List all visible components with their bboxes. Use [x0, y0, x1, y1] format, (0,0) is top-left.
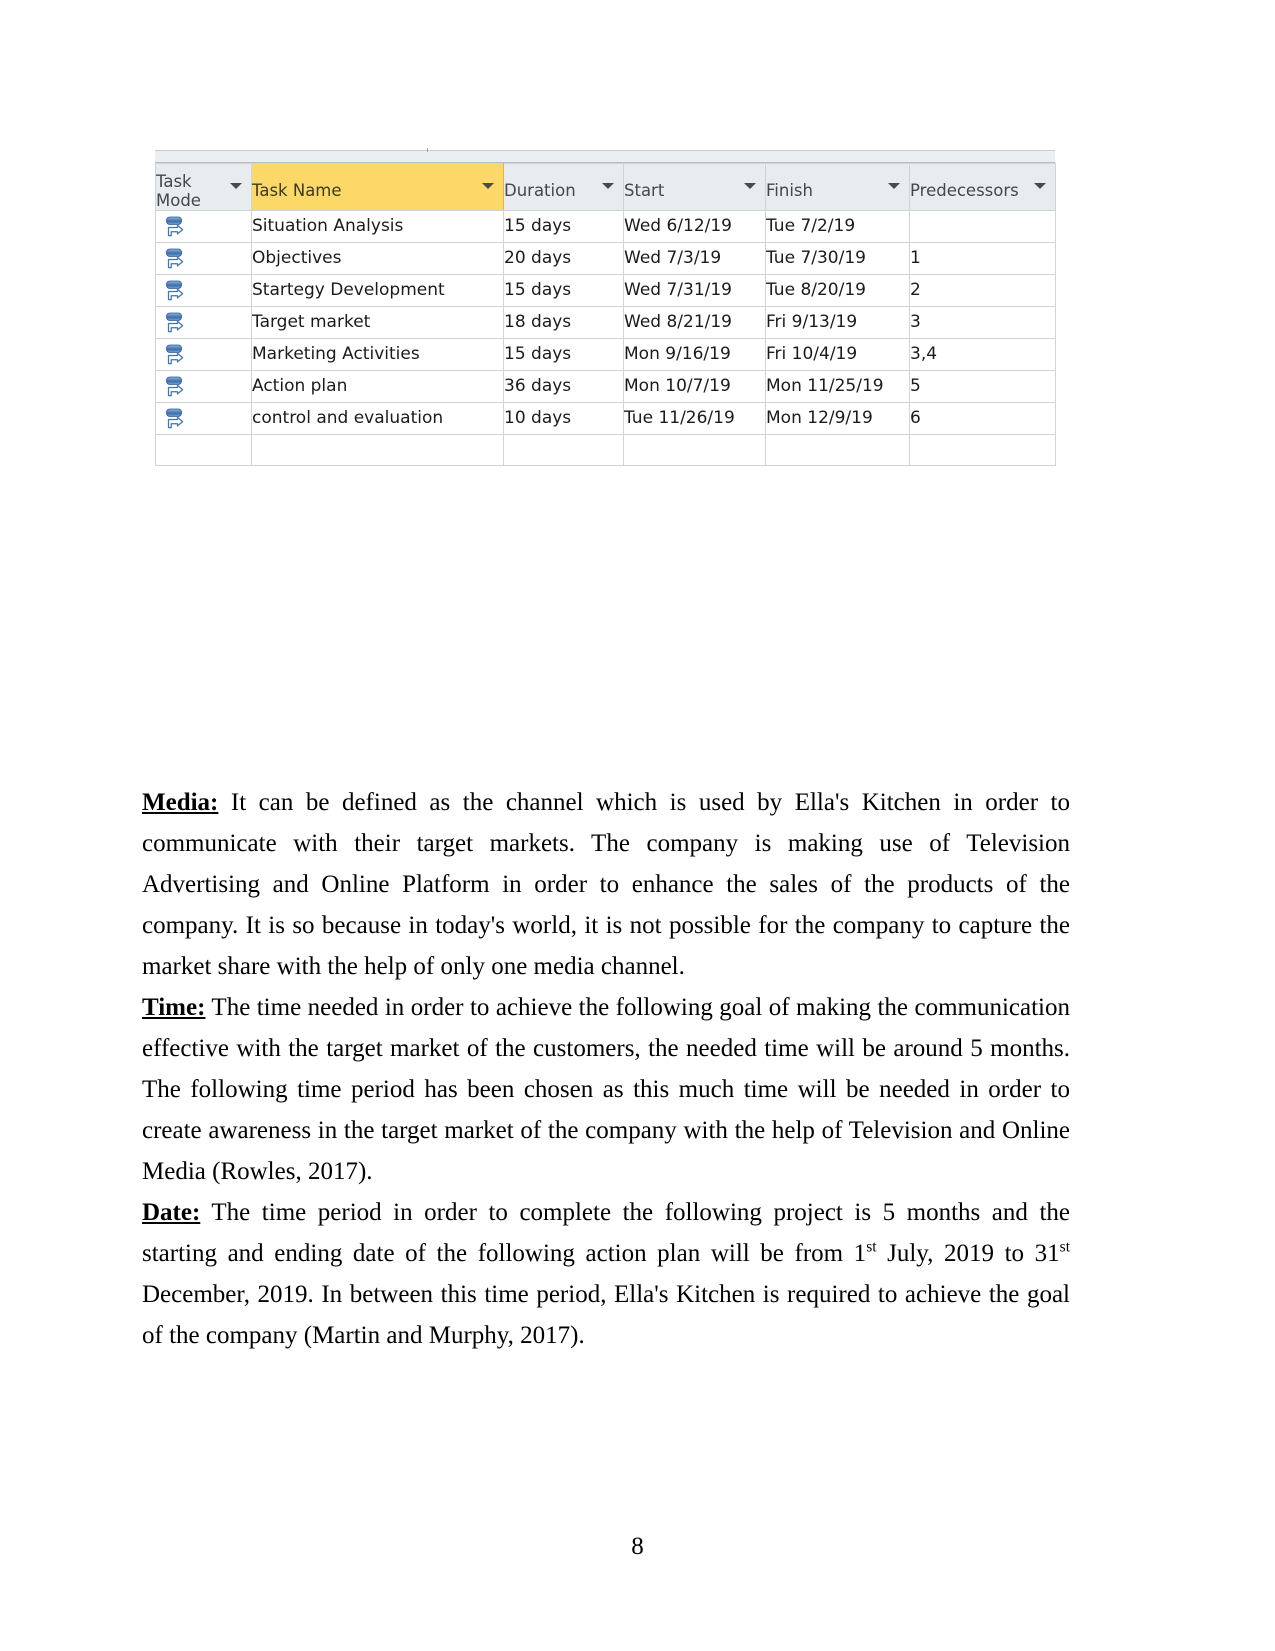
cell-predecessors[interactable]: 3,4	[909, 338, 1056, 371]
manually-scheduled-icon	[157, 279, 251, 305]
project-schedule-figure: Task Mode Task Name Duration Start Finis…	[155, 148, 1056, 466]
cell-empty[interactable]	[503, 434, 624, 466]
paragraph-media: Media: It can be defined as the channel …	[142, 782, 1070, 987]
table-row[interactable]: Situation Analysis 15 days Wed 6/12/19 Tue …	[155, 210, 1056, 243]
cell-start[interactable]: Wed 7/3/19	[623, 242, 766, 275]
cell-task-name[interactable]: Marketing Activities	[251, 338, 504, 371]
paragraph-media-body: It can be defined as the channel which i…	[142, 789, 1070, 980]
column-header-task-mode[interactable]: Task Mode	[155, 163, 252, 211]
cell-task-mode[interactable]	[155, 306, 252, 339]
cell-predecessors[interactable]: 5	[909, 370, 1056, 403]
cell-task-name[interactable]: Situation Analysis	[251, 210, 504, 243]
sort-caret-icon-task-mode[interactable]	[230, 183, 242, 189]
cell-task-name[interactable]: Objectives	[251, 242, 504, 275]
cell-finish[interactable]: Fri 9/13/19	[765, 306, 910, 339]
cell-task-mode[interactable]	[155, 402, 252, 435]
cell-duration[interactable]: 15 days	[503, 274, 624, 307]
table-header-row: Task Mode Task Name Duration Start Finis…	[155, 163, 1056, 211]
cell-finish[interactable]: Tue 8/20/19	[765, 274, 910, 307]
cell-task-mode[interactable]	[155, 210, 252, 243]
table-header: Task Mode Task Name Duration Start Finis…	[155, 163, 1056, 211]
project-window-top-strip	[155, 148, 1055, 163]
table-row-empty[interactable]	[155, 434, 1056, 466]
column-header-task-name[interactable]: Task Name	[251, 163, 504, 211]
cell-predecessors[interactable]	[909, 210, 1056, 243]
table-row[interactable]: Action plan 36 days Mon 10/7/19 Mon 11/25/1…	[155, 370, 1056, 403]
paragraph-time: Time: The time needed in order to achiev…	[142, 987, 1070, 1192]
cell-empty[interactable]	[909, 434, 1056, 466]
cell-task-mode[interactable]	[155, 242, 252, 275]
cell-duration[interactable]: 15 days	[503, 210, 624, 243]
column-header-duration[interactable]: Duration	[503, 163, 624, 211]
cell-predecessors[interactable]: 3	[909, 306, 1056, 339]
project-task-table: Task Mode Task Name Duration Start Finis…	[155, 163, 1056, 466]
table-row[interactable]: Objectives 20 days Wed 7/3/19 Tue 7/30/19 1	[155, 242, 1056, 275]
ordinal-suffix-thirtyfirst: st	[1059, 1238, 1070, 1256]
table-row[interactable]: control and evaluation 10 days Tue 11/26/1…	[155, 402, 1056, 435]
cell-empty[interactable]	[623, 434, 766, 466]
table-body: Situation Analysis 15 days Wed 6/12/19 Tue …	[155, 210, 1056, 466]
manually-scheduled-icon	[157, 215, 251, 241]
cell-task-name[interactable]: Startegy Development	[251, 274, 504, 307]
table-row[interactable]: Target market 18 days Wed 8/21/19 Fri 9/13/…	[155, 306, 1056, 339]
cell-finish[interactable]: Tue 7/30/19	[765, 242, 910, 275]
cell-finish[interactable]: Mon 11/25/19	[765, 370, 910, 403]
paragraph-date-lead: Date:	[142, 1199, 201, 1226]
manually-scheduled-icon	[157, 375, 251, 401]
column-header-start[interactable]: Start	[623, 163, 766, 211]
paragraph-time-lead: Time:	[142, 994, 206, 1021]
cell-duration[interactable]: 10 days	[503, 402, 624, 435]
body-text-block: Media: It can be defined as the channel …	[142, 782, 1070, 1356]
cell-duration[interactable]: 15 days	[503, 338, 624, 371]
cell-task-mode[interactable]	[155, 274, 252, 307]
cell-task-mode[interactable]	[155, 338, 252, 371]
cell-start[interactable]: Wed 7/31/19	[623, 274, 766, 307]
manually-scheduled-icon	[157, 343, 251, 369]
cell-task-name[interactable]: Target market	[251, 306, 504, 339]
cell-start[interactable]: Mon 9/16/19	[623, 338, 766, 371]
column-header-finish[interactable]: Finish	[765, 163, 910, 211]
cell-predecessors[interactable]: 1	[909, 242, 1056, 275]
manually-scheduled-icon	[157, 247, 251, 273]
cell-task-mode[interactable]	[155, 370, 252, 403]
document-page: Task Mode Task Name Duration Start Finis…	[0, 0, 1275, 1651]
cell-predecessors[interactable]: 2	[909, 274, 1056, 307]
paragraph-date: Date: The time period in order to comple…	[142, 1192, 1070, 1356]
column-header-task-name-label: Task Name	[252, 181, 342, 200]
sort-caret-icon-duration[interactable]	[602, 183, 614, 189]
column-header-predecessors[interactable]: Predecessors	[909, 163, 1056, 211]
paragraph-media-lead: Media:	[142, 789, 219, 816]
paragraph-date-body-part2: July, 2019 to 31	[876, 1240, 1060, 1267]
sort-caret-icon-finish[interactable]	[888, 183, 900, 189]
manually-scheduled-icon	[157, 407, 251, 433]
cell-predecessors[interactable]: 6	[909, 402, 1056, 435]
table-row[interactable]: Marketing Activities 15 days Mon 9/16/19 Fr…	[155, 338, 1056, 371]
cell-duration[interactable]: 18 days	[503, 306, 624, 339]
table-row[interactable]: Startegy Development 15 days Wed 7/31/19 Tu…	[155, 274, 1056, 307]
cell-start[interactable]: Mon 10/7/19	[623, 370, 766, 403]
sort-caret-icon-predecessors[interactable]	[1034, 183, 1046, 189]
cell-start[interactable]: Wed 8/21/19	[623, 306, 766, 339]
cell-empty[interactable]	[765, 434, 910, 466]
page-number: 8	[631, 1533, 644, 1560]
ordinal-suffix-first: st	[866, 1238, 877, 1256]
cell-finish[interactable]: Mon 12/9/19	[765, 402, 910, 435]
cell-task-name[interactable]: Action plan	[251, 370, 504, 403]
sort-caret-icon-start[interactable]	[744, 183, 756, 189]
cell-task-name[interactable]: control and evaluation	[251, 402, 504, 435]
cell-finish[interactable]: Tue 7/2/19	[765, 210, 910, 243]
sort-caret-icon-task-name[interactable]	[482, 183, 494, 189]
cell-duration[interactable]: 36 days	[503, 370, 624, 403]
cell-start[interactable]: Wed 6/12/19	[623, 210, 766, 243]
cell-finish[interactable]: Fri 10/4/19	[765, 338, 910, 371]
cell-empty[interactable]	[155, 434, 252, 466]
paragraph-time-body: The time needed in order to achieve the …	[142, 994, 1070, 1185]
manually-scheduled-icon	[157, 311, 251, 337]
cell-start[interactable]: Tue 11/26/19	[623, 402, 766, 435]
cell-duration[interactable]: 20 days	[503, 242, 624, 275]
cell-empty[interactable]	[251, 434, 504, 466]
paragraph-date-body-part3: December, 2019. In between this time per…	[142, 1281, 1070, 1349]
